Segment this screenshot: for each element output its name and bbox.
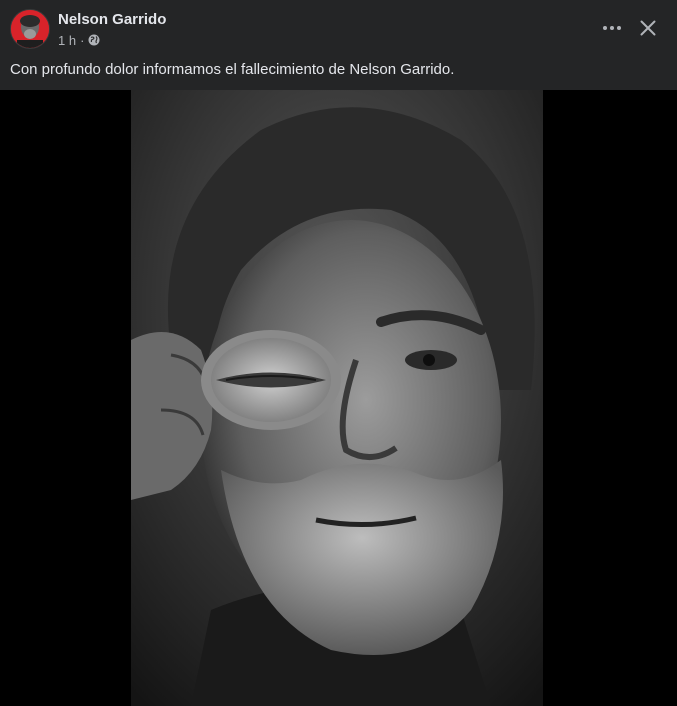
avatar[interactable]: [10, 9, 50, 49]
post-time[interactable]: 1 h: [58, 33, 76, 48]
more-options-button[interactable]: [598, 14, 626, 42]
post-text: Con profundo dolor informamos el falleci…: [10, 61, 455, 78]
author-name[interactable]: Nelson Garrido: [58, 11, 166, 28]
post-header: Nelson Garrido 1 h ·: [0, 0, 677, 56]
more-horizontal-icon: [603, 26, 621, 30]
close-icon: [640, 20, 656, 36]
avatar-image: [11, 10, 49, 48]
close-button[interactable]: [634, 14, 662, 42]
post-meta: 1 h ·: [58, 32, 100, 48]
portrait-image: [131, 90, 543, 706]
media-viewer: [0, 90, 677, 706]
globe-icon: [88, 34, 100, 46]
post-photo[interactable]: [131, 90, 543, 706]
meta-separator: ·: [80, 32, 85, 48]
